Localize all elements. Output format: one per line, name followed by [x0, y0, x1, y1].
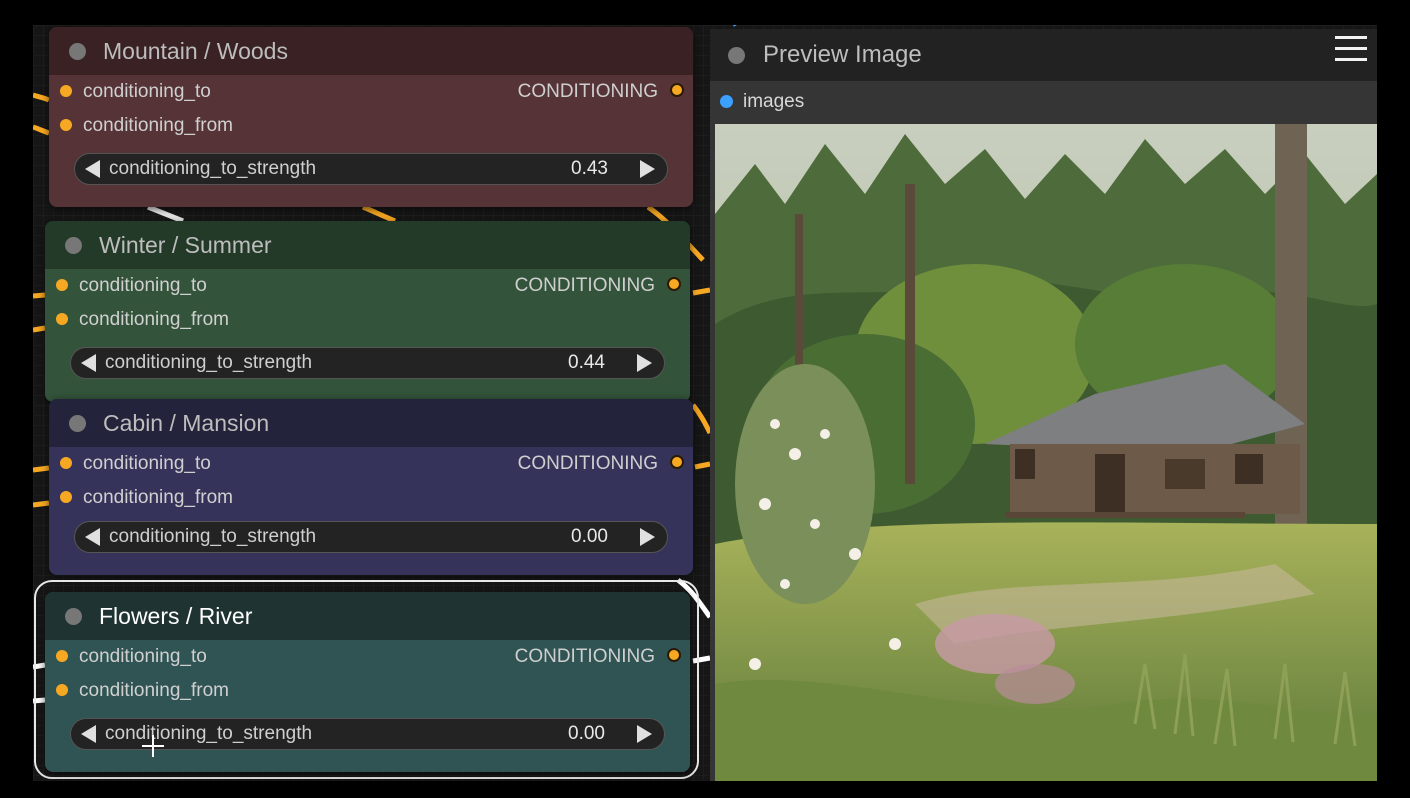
collapse-dot-icon[interactable]: [65, 607, 82, 625]
input-row-conditioning-to: conditioning_to CONDITIONING: [45, 269, 690, 303]
widget-name: conditioning_to_strength: [105, 352, 313, 373]
hamburger-menu-icon[interactable]: [1335, 36, 1367, 62]
input-label: conditioning_to: [83, 81, 211, 102]
input-slot-conditioning-from[interactable]: [60, 491, 72, 503]
input-row-conditioning-from: conditioning_from: [45, 674, 690, 708]
input-row-conditioning-from: conditioning_from: [49, 481, 693, 515]
input-row-conditioning-from: conditioning_from: [45, 303, 690, 337]
input-slot-conditioning-from[interactable]: [56, 684, 68, 696]
input-label: conditioning_from: [79, 309, 229, 330]
input-slot-conditioning-to[interactable]: [56, 279, 68, 291]
node-title: Flowers / River: [99, 602, 253, 629]
collapse-dot-icon[interactable]: [65, 236, 82, 254]
node-title-bar[interactable]: Cabin / Mansion: [49, 399, 693, 447]
input-slot-conditioning-to[interactable]: [60, 85, 72, 97]
decrement-arrow-icon[interactable]: [85, 528, 100, 546]
widget-value[interactable]: 0.00: [568, 723, 605, 745]
decrement-arrow-icon[interactable]: [81, 725, 96, 743]
output-slot-conditioning[interactable]: [670, 455, 684, 469]
conditioning-node-mountain-woods[interactable]: Mountain / Woods conditioning_to CONDITI…: [49, 27, 693, 207]
input-slot-conditioning-to[interactable]: [56, 650, 68, 662]
widget-name: conditioning_to_strength: [109, 526, 317, 547]
preview-image-node[interactable]: Preview Image images: [710, 29, 1377, 781]
increment-arrow-icon[interactable]: [640, 160, 655, 178]
collapse-dot-icon[interactable]: [728, 46, 745, 64]
input-label: conditioning_to: [83, 453, 211, 474]
input-slot-conditioning-to[interactable]: [60, 457, 72, 469]
collapse-dot-icon[interactable]: [69, 42, 86, 60]
input-label: images: [743, 91, 805, 112]
strength-number-widget[interactable]: conditioning_to_strength 0.44: [70, 347, 665, 379]
node-title: Cabin / Mansion: [103, 409, 270, 436]
node-title-bar[interactable]: Flowers / River: [45, 592, 690, 640]
input-label: conditioning_from: [79, 680, 229, 701]
preview-image[interactable]: [715, 124, 1377, 781]
node-title-bar[interactable]: Preview Image: [710, 29, 1377, 81]
widget-name: conditioning_to_strength: [105, 723, 313, 744]
node-title: Mountain / Woods: [103, 37, 288, 64]
output-slot-conditioning[interactable]: [670, 83, 684, 97]
node-title-bar[interactable]: Winter / Summer: [45, 221, 690, 269]
increment-arrow-icon[interactable]: [637, 354, 652, 372]
widget-value[interactable]: 0.44: [568, 352, 605, 374]
input-row-conditioning-to: conditioning_to CONDITIONING: [49, 447, 693, 481]
output-label: CONDITIONING: [517, 81, 658, 102]
input-label: conditioning_from: [83, 487, 233, 508]
decrement-arrow-icon[interactable]: [85, 160, 100, 178]
widget-name: conditioning_to_strength: [109, 158, 317, 179]
conditioning-node-winter-summer[interactable]: Winter / Summer conditioning_to CONDITIO…: [45, 221, 690, 402]
crosshair-cursor-icon: [142, 735, 164, 757]
input-row-images: images: [710, 81, 1377, 121]
output-slot-conditioning[interactable]: [667, 648, 681, 662]
strength-number-widget[interactable]: conditioning_to_strength 0.43: [74, 153, 668, 185]
input-slot-conditioning-from[interactable]: [56, 313, 68, 325]
output-slot-conditioning[interactable]: [667, 277, 681, 291]
input-slot-conditioning-from[interactable]: [60, 119, 72, 131]
output-label: CONDITIONING: [514, 275, 655, 296]
node-title-bar[interactable]: Mountain / Woods: [49, 27, 693, 75]
output-label: CONDITIONING: [517, 453, 658, 474]
input-row-conditioning-to: conditioning_to CONDITIONING: [49, 75, 693, 109]
input-label: conditioning_to: [79, 275, 207, 296]
conditioning-node-cabin-mansion[interactable]: Cabin / Mansion conditioning_to CONDITIO…: [49, 399, 693, 575]
input-label: conditioning_to: [79, 646, 207, 667]
collapse-dot-icon[interactable]: [69, 414, 86, 432]
increment-arrow-icon[interactable]: [637, 725, 652, 743]
strength-number-widget[interactable]: conditioning_to_strength 0.00: [74, 521, 668, 553]
increment-arrow-icon[interactable]: [640, 528, 655, 546]
widget-value[interactable]: 0.00: [571, 526, 608, 548]
input-slot-images[interactable]: [720, 95, 733, 108]
decrement-arrow-icon[interactable]: [81, 354, 96, 372]
node-title: Preview Image: [763, 41, 922, 68]
node-title: Winter / Summer: [99, 231, 272, 258]
cabin-forest-painting: [715, 124, 1377, 781]
input-row-conditioning-from: conditioning_from: [49, 109, 693, 143]
input-row-conditioning-to: conditioning_to CONDITIONING: [45, 640, 690, 674]
output-label: CONDITIONING: [514, 646, 655, 667]
input-label: conditioning_from: [83, 115, 233, 136]
widget-value[interactable]: 0.43: [571, 158, 608, 180]
node-graph-canvas[interactable]: Mountain / Woods conditioning_to CONDITI…: [33, 25, 1377, 781]
